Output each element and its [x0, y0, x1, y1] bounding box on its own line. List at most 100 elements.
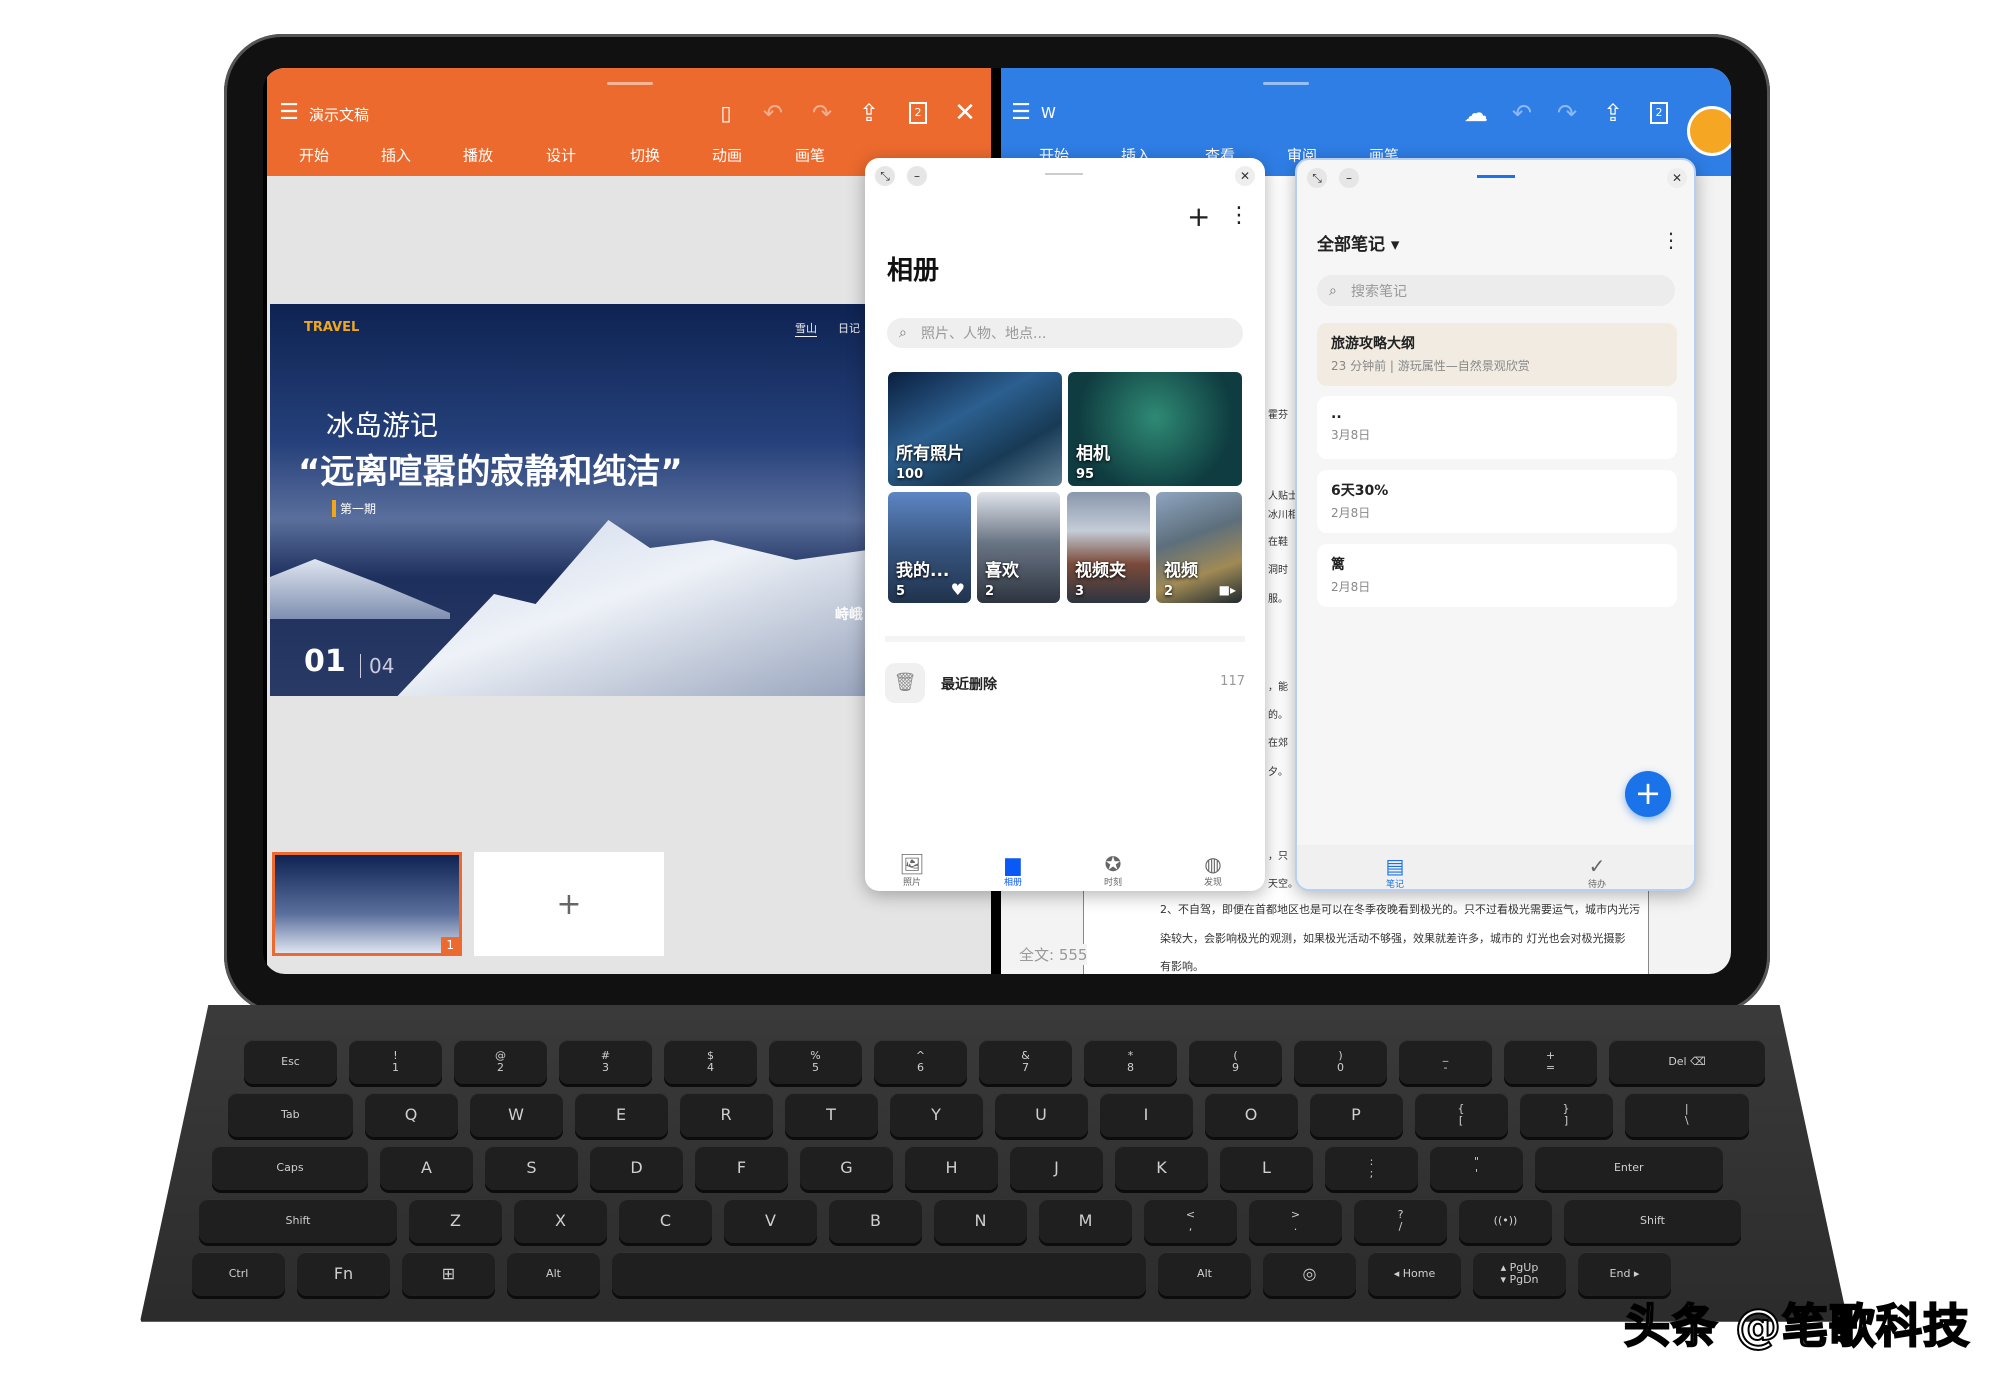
more-icon[interactable]: ⋮ — [1661, 228, 1681, 252]
nav-moments[interactable]: ✪ 时刻 — [1104, 853, 1122, 888]
key[interactable]: Shift — [199, 1199, 397, 1243]
key[interactable]: Alt — [1158, 1252, 1251, 1296]
tab-insert[interactable]: 插入 — [381, 145, 411, 166]
key[interactable]: C — [619, 1199, 712, 1243]
nav-photos[interactable]: 🖼 照片 — [899, 853, 924, 888]
nav-todo[interactable]: ✓ 待办 — [1588, 855, 1606, 889]
key[interactable]: < , — [1144, 1199, 1237, 1243]
key[interactable]: X — [514, 1199, 607, 1243]
key[interactable]: ! 1 — [349, 1040, 442, 1084]
key[interactable]: Y — [889, 1093, 983, 1137]
album-favorites[interactable]: 喜欢 2 — [977, 492, 1060, 603]
window-grip[interactable] — [1045, 173, 1083, 175]
album-mine[interactable]: 我的... 5 ♥ — [888, 492, 971, 603]
key[interactable]: N — [934, 1199, 1027, 1243]
search-input[interactable]: ⌕ 照片、人物、地点... — [887, 318, 1243, 348]
key[interactable]: Shift — [1564, 1199, 1741, 1243]
close-icon[interactable]: ✕ — [954, 100, 976, 126]
key[interactable]: ⊞ — [402, 1252, 495, 1296]
key[interactable]: Caps — [212, 1146, 368, 1190]
key[interactable]: L — [1220, 1146, 1313, 1190]
slide-canvas[interactable]: TRAVEL 雪山 日记 冰岛游记 “远离喧嚣的寂静和纯洁” 第一期 01 04… — [270, 304, 870, 696]
more-icon[interactable]: ⋮ — [1228, 203, 1250, 228]
key[interactable]: T — [784, 1093, 878, 1137]
key[interactable]: J — [1010, 1146, 1103, 1190]
key[interactable]: $ 4 — [664, 1040, 757, 1084]
menu-icon[interactable]: ☰ — [279, 102, 299, 124]
nav-albums[interactable]: ▆ 相册 — [1004, 853, 1022, 888]
redo-icon[interactable]: ↷ — [812, 101, 832, 125]
minimize-icon[interactable]: – — [1339, 168, 1359, 188]
cloud-upload-icon[interactable]: ☁ — [1464, 101, 1488, 125]
album-video-folder[interactable]: 视频夹 3 — [1067, 492, 1150, 603]
key[interactable]: ( 9 — [1189, 1040, 1282, 1084]
page-count-icon[interactable]: 2 — [909, 102, 927, 124]
key[interactable]: B — [829, 1199, 922, 1243]
note-item[interactable]: .. 3月8日 — [1317, 396, 1677, 459]
key[interactable]: + = — [1504, 1040, 1597, 1084]
note-item[interactable]: 旅游攻略大纲 23 分钟前 | 游玩属性—自然景观欣赏 — [1317, 323, 1677, 386]
add-icon[interactable]: + — [1187, 200, 1210, 233]
tab-animation[interactable]: 动画 — [712, 145, 742, 166]
key[interactable]: ◎ — [1263, 1252, 1356, 1296]
key[interactable]: Ctrl — [192, 1252, 285, 1296]
key[interactable]: ? / — [1354, 1199, 1447, 1243]
share-icon[interactable]: ⇪ — [1603, 101, 1623, 125]
slide-thumbnail[interactable]: 1 — [272, 852, 462, 956]
key[interactable]: R — [679, 1093, 773, 1137]
key[interactable]: * 8 — [1084, 1040, 1177, 1084]
key[interactable]: ) 0 — [1294, 1040, 1387, 1084]
key[interactable]: % 5 — [769, 1040, 862, 1084]
tab-transition[interactable]: 切换 — [630, 145, 660, 166]
resize-icon[interactable]: ⤡ — [875, 166, 895, 186]
key[interactable]: ^ 6 — [874, 1040, 967, 1084]
key[interactable]: Tab — [228, 1093, 353, 1137]
note-item[interactable]: 6天30% 2月8日 — [1317, 470, 1677, 533]
note-item[interactable]: 篱 2月8日 — [1317, 544, 1677, 607]
key[interactable]: O — [1204, 1093, 1298, 1137]
window-grip[interactable] — [1263, 82, 1309, 85]
key[interactable]: & 7 — [979, 1040, 1072, 1084]
close-icon[interactable]: ✕ — [1235, 166, 1255, 186]
key[interactable]: Fn — [297, 1252, 390, 1296]
add-slide-button[interactable]: + — [474, 852, 664, 956]
key[interactable]: > . — [1249, 1199, 1342, 1243]
key[interactable]: P — [1309, 1093, 1403, 1137]
page-count-icon[interactable]: 2 — [1650, 102, 1668, 124]
redo-icon[interactable]: ↷ — [1557, 101, 1577, 125]
close-icon[interactable]: ✕ — [1667, 168, 1687, 188]
search-notes-input[interactable]: ⌕ 搜索笔记 — [1317, 275, 1675, 306]
key[interactable]: Z — [409, 1199, 502, 1243]
key[interactable]: # 3 — [559, 1040, 652, 1084]
key[interactable]: @ 2 — [454, 1040, 547, 1084]
album-all-photos[interactable]: 所有照片 100 — [888, 372, 1062, 486]
key[interactable]: Del ⌫ — [1609, 1040, 1765, 1084]
key[interactable]: H — [905, 1146, 998, 1190]
notes-folder-dropdown[interactable]: 全部笔记 ▾ — [1317, 230, 1399, 255]
minimize-icon[interactable]: – — [907, 166, 927, 186]
key[interactable]: Esc — [244, 1040, 337, 1084]
floating-ball-icon[interactable] — [1687, 106, 1731, 156]
key[interactable]: F — [695, 1146, 788, 1190]
key[interactable]: A — [380, 1146, 473, 1190]
undo-icon[interactable]: ↶ — [763, 101, 783, 125]
key[interactable]: ((•)) — [1459, 1199, 1552, 1243]
album-camera[interactable]: 相机 95 — [1068, 372, 1242, 486]
share-icon[interactable]: ⇪ — [859, 101, 879, 125]
tab-play[interactable]: 播放 — [463, 145, 493, 166]
key[interactable]: D — [590, 1146, 683, 1190]
key[interactable]: K — [1115, 1146, 1208, 1190]
key[interactable]: S — [485, 1146, 578, 1190]
tab-pen[interactable]: 画笔 — [795, 145, 825, 166]
key[interactable]: | \ — [1624, 1093, 1749, 1137]
key-space[interactable] — [612, 1252, 1146, 1296]
tab-design[interactable]: 设计 — [546, 145, 576, 166]
window-grip[interactable] — [607, 82, 653, 85]
tab-start[interactable]: 开始 — [299, 145, 329, 166]
save-icon[interactable]: ▯ — [720, 103, 731, 123]
key[interactable]: { [ — [1414, 1093, 1508, 1137]
key[interactable]: } ] — [1519, 1093, 1613, 1137]
key[interactable]: I — [1099, 1093, 1193, 1137]
key[interactable]: _ - — [1399, 1040, 1492, 1084]
key[interactable]: E — [574, 1093, 668, 1137]
